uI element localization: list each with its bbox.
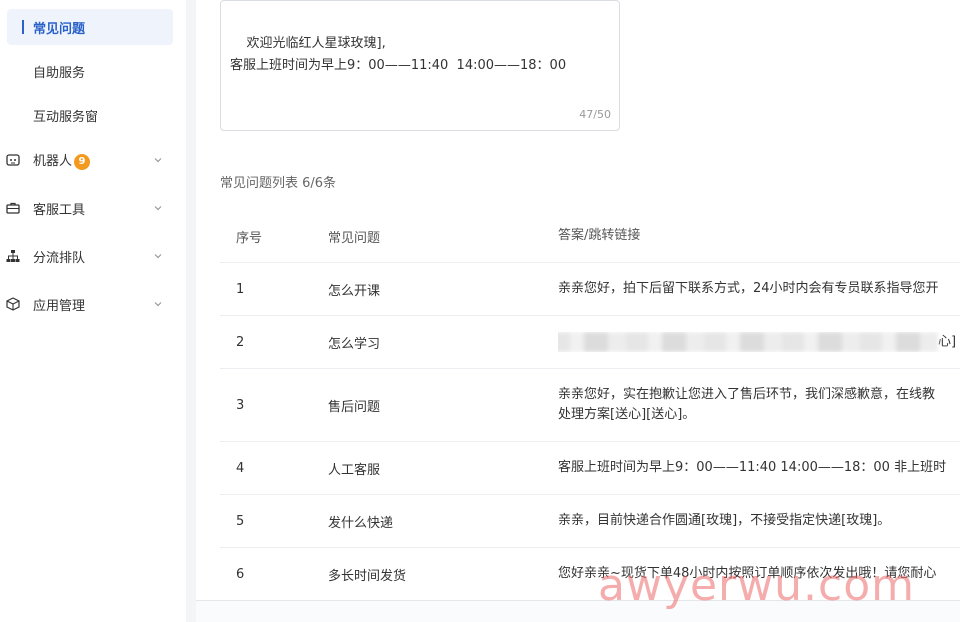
- welcome-message-textarea[interactable]: 欢迎光临红人星球玫瑰], 客服上班时间为早上9：00——11:40 14:00—…: [220, 0, 620, 131]
- sidebar-group-app-management[interactable]: 应用管理: [0, 286, 186, 322]
- sidebar-group-robot[interactable]: 机器人 9: [0, 142, 186, 178]
- row-answer: 客服上班时间为早上9：00——11:40 14:00——18：00 非上班时: [558, 460, 947, 475]
- sidebar-item-interactive-window[interactable]: 互动服务窗: [7, 97, 173, 133]
- header-answer: 答案/跳转链接: [558, 228, 641, 243]
- robot-icon: [6, 154, 20, 166]
- row-question: 多长时间发货: [328, 568, 407, 584]
- sidebar-group-service-tools[interactable]: 客服工具: [0, 190, 186, 226]
- row-no: 3: [236, 397, 245, 413]
- welcome-message-text: 欢迎光临红人星球玫瑰], 客服上班时间为早上9：00——11:40 14:00—…: [230, 36, 567, 73]
- row-no: 1: [236, 281, 245, 297]
- row-no: 4: [236, 460, 245, 476]
- main-content: 欢迎光临红人星球玫瑰], 客服上班时间为早上9：00——11:40 14:00—…: [196, 0, 960, 622]
- cube-icon: [6, 297, 20, 311]
- row-question: 怎么学习: [328, 336, 381, 352]
- sitemap-icon: [6, 250, 20, 262]
- blurred-answer: [558, 331, 938, 352]
- active-indicator: [22, 20, 24, 34]
- header-question: 常见问题: [328, 230, 381, 246]
- row-question: 怎么开课: [328, 283, 381, 299]
- sidebar-item-self-service[interactable]: 自助服务: [7, 53, 173, 89]
- notification-badge: 9: [74, 153, 91, 170]
- row-question: 发什么快递: [328, 515, 394, 531]
- sidebar-group-label: 机器人: [33, 154, 73, 170]
- chevron-down-icon: [154, 254, 162, 259]
- sidebar-item-label: 常见问题: [33, 21, 86, 37]
- table-row[interactable]: 1 怎么开课 亲亲您好，拍下后留下联系方式，24小时内会有专员联系指导您开: [220, 262, 960, 315]
- table-row[interactable]: 3 售后问题 亲亲您好，实在抱歉让您进入了售后环节，我们深感歉意，在线教 处理方…: [220, 368, 960, 441]
- row-question: 人工客服: [328, 462, 381, 478]
- faq-list-title: 常见问题列表 6/6条: [220, 176, 337, 191]
- row-answer: 心]: [938, 334, 957, 350]
- sidebar-item-faq[interactable]: 常见问题: [7, 9, 173, 45]
- row-no: 5: [236, 513, 245, 529]
- sidebar: 常见问题 自助服务 互动服务窗 机器人 9 客服工具 分流排队 应用管理: [0, 0, 186, 622]
- chevron-down-icon: [154, 302, 162, 307]
- sidebar-item-label: 互动服务窗: [33, 109, 99, 125]
- char-counter: 47/50: [579, 108, 611, 121]
- chevron-down-icon: [154, 206, 162, 211]
- faq-table: 序号 常见问题 答案/跳转链接 1 怎么开课 亲亲您好，拍下后留下联系方式，24…: [220, 210, 960, 600]
- table-header: 序号 常见问题 答案/跳转链接: [220, 210, 960, 262]
- row-no: 6: [236, 566, 245, 582]
- table-row[interactable]: 5 发什么快递 亲亲，目前快递合作圆通[玫瑰]，不接受指定快递[玫瑰]。: [220, 494, 960, 547]
- watermark: awyerwu.com: [598, 560, 915, 611]
- table-row[interactable]: 2 怎么学习 心]: [220, 315, 960, 368]
- sidebar-item-label: 自助服务: [33, 65, 86, 81]
- chevron-down-icon: [154, 158, 162, 163]
- row-answer: 亲亲，目前快递合作圆通[玫瑰]，不接受指定快递[玫瑰]。: [558, 513, 891, 528]
- row-no: 2: [236, 334, 245, 350]
- sidebar-group-label: 应用管理: [33, 298, 86, 314]
- row-question: 售后问题: [328, 399, 381, 415]
- row-answer-line2: 处理方案[送心][送心]。: [558, 407, 696, 422]
- toolbox-icon: [6, 202, 20, 214]
- table-row[interactable]: 4 人工客服 客服上班时间为早上9：00——11:40 14:00——18：00…: [220, 441, 960, 494]
- row-answer: 亲亲您好，拍下后留下联系方式，24小时内会有专员联系指导您开: [558, 281, 939, 296]
- sidebar-group-label: 客服工具: [33, 202, 86, 218]
- header-no: 序号: [236, 230, 263, 246]
- sidebar-divider: [186, 0, 196, 622]
- sidebar-group-queue[interactable]: 分流排队: [0, 238, 186, 274]
- row-answer: 亲亲您好，实在抱歉让您进入了售后环节，我们深感歉意，在线教: [558, 387, 936, 402]
- sidebar-group-label: 分流排队: [33, 250, 86, 266]
